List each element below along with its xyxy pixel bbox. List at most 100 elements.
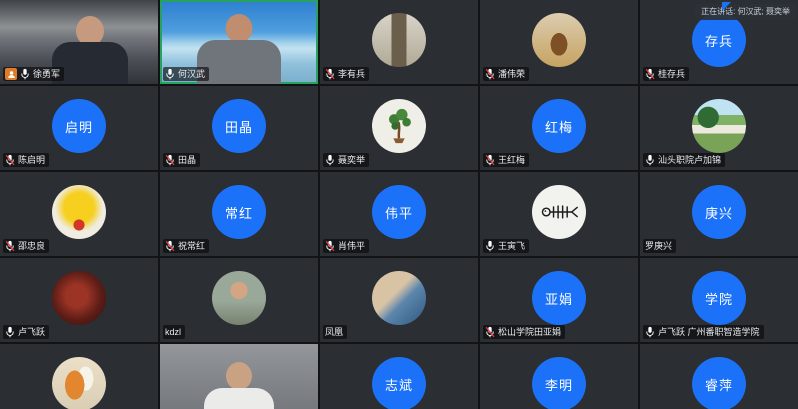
mic-on-icon [325, 154, 335, 166]
avatar [212, 271, 266, 325]
participant-name: 凤凰 [325, 326, 343, 338]
participant-tile[interactable]: 凤凰 [320, 258, 478, 342]
participant-label: 王红梅 [483, 153, 529, 167]
participant-label: 徐勇军 [3, 67, 64, 81]
avatar [532, 185, 586, 239]
participant-tile[interactable] [160, 344, 318, 409]
participant-tile[interactable]: 潘伟荣 [480, 0, 638, 84]
avatar: 伟平 [372, 185, 426, 239]
participant-tile[interactable]: 李有兵 [320, 0, 478, 84]
participant-tile[interactable] [0, 344, 158, 409]
participant-tile[interactable]: 志斌 [320, 344, 478, 409]
participant-label: 肖伟平 [323, 239, 369, 253]
avatar [52, 271, 106, 325]
participant-label: 李有兵 [323, 67, 369, 81]
participant-name: 祝常红 [178, 240, 205, 252]
avatar: 田晶 [212, 99, 266, 153]
video-person-body [197, 40, 281, 84]
avatar: 常红 [212, 185, 266, 239]
participant-tile[interactable]: 聂奕举 [320, 86, 478, 170]
mic-muted-icon [165, 240, 175, 252]
participant-tile[interactable]: 何汉武 [160, 0, 318, 84]
fish-skeleton-image [539, 198, 579, 226]
participant-label: 田晶 [163, 153, 200, 167]
participant-name: 徐勇军 [33, 68, 60, 80]
participant-tile[interactable]: 亚娟 松山学院田亚娟 [480, 258, 638, 342]
bonsai-image [380, 106, 418, 146]
participant-tile[interactable]: 卢飞跃 [0, 258, 158, 342]
mic-on-icon [485, 240, 495, 252]
participant-tile[interactable]: kdzl [160, 258, 318, 342]
video-person [226, 362, 252, 390]
avatar [692, 99, 746, 153]
host-badge-icon [5, 68, 17, 80]
mic-muted-icon [325, 68, 335, 80]
participant-label: 松山学院田亚娟 [483, 325, 565, 339]
avatar [372, 13, 426, 67]
participant-label: kdzl [163, 325, 185, 339]
avatar: 红梅 [532, 99, 586, 153]
participant-name: 卢飞跃 [18, 326, 45, 338]
participant-name: 卢飞跃 广州番职智造学院 [658, 326, 760, 338]
mic-muted-icon [645, 68, 655, 80]
participant-name: 汕头职院卢加锦 [658, 154, 721, 166]
participant-tile[interactable]: 田晶 田晶 [160, 86, 318, 170]
participant-grid: 徐勇军 何汉武 李有兵 潘伟荣 存兵 [0, 0, 798, 409]
participant-name: 潘伟荣 [498, 68, 525, 80]
participant-name: 聂奕举 [338, 154, 365, 166]
participant-tile[interactable]: 李明 [480, 344, 638, 409]
participant-tile[interactable]: 徐勇军 [0, 0, 158, 84]
now-speaking-toast: 正在讲话: 何汉武; 聂奕举 [695, 4, 796, 20]
participant-name: 肖伟平 [338, 240, 365, 252]
participant-label: 汕头职院卢加锦 [643, 153, 725, 167]
participant-name: 松山学院田亚娟 [498, 326, 561, 338]
participant-label: 卢飞跃 [3, 325, 49, 339]
participant-tile[interactable]: 睿萍 [640, 344, 798, 409]
avatar: 存兵 [692, 13, 746, 67]
avatar: 志斌 [372, 357, 426, 409]
participant-tile[interactable]: 汕头职院卢加锦 [640, 86, 798, 170]
participant-name: 陈启明 [18, 154, 45, 166]
participant-name: 桂存兵 [658, 68, 685, 80]
mic-on-icon [20, 68, 30, 80]
avatar: 睿萍 [692, 357, 746, 409]
avatar: 庚兴 [692, 185, 746, 239]
avatar: 学院 [692, 271, 746, 325]
avatar: 亚娟 [532, 271, 586, 325]
participant-tile[interactable]: 常红 祝常红 [160, 172, 318, 256]
participant-label: 祝常红 [163, 239, 209, 253]
participant-tile[interactable]: 红梅 王红梅 [480, 86, 638, 170]
participant-name: kdzl [165, 326, 181, 338]
participant-label: 何汉武 [163, 67, 209, 81]
participant-tile[interactable]: 王寅飞 [480, 172, 638, 256]
mic-on-icon [5, 326, 15, 338]
video-person-body [204, 388, 274, 409]
mic-muted-icon [485, 68, 495, 80]
mic-on-icon [645, 326, 655, 338]
participant-tile[interactable]: 邵忠良 [0, 172, 158, 256]
participant-label: 陈启明 [3, 153, 49, 167]
meeting-window: 正在讲话: 何汉武; 聂奕举 徐勇军 何汉武 李有兵 [0, 0, 798, 409]
avatar [372, 271, 426, 325]
mic-muted-icon [485, 326, 495, 338]
mic-muted-icon [5, 154, 15, 166]
participant-name: 罗庚兴 [645, 240, 672, 252]
avatar [52, 357, 106, 409]
participant-name: 王寅飞 [498, 240, 525, 252]
participant-name: 邵忠良 [18, 240, 45, 252]
mic-muted-icon [165, 154, 175, 166]
toast-pointer [722, 2, 731, 11]
participant-tile[interactable]: 启明 陈启明 [0, 86, 158, 170]
participant-tile[interactable]: 伟平 肖伟平 [320, 172, 478, 256]
participant-label: 罗庚兴 [643, 239, 676, 253]
video-person [226, 14, 253, 43]
participant-tile[interactable]: 学院 卢飞跃 广州番职智造学院 [640, 258, 798, 342]
participant-name: 王红梅 [498, 154, 525, 166]
participant-name: 何汉武 [178, 68, 205, 80]
participant-tile[interactable]: 庚兴 罗庚兴 [640, 172, 798, 256]
participant-label: 卢飞跃 广州番职智造学院 [643, 325, 764, 339]
participant-label: 桂存兵 [643, 67, 689, 81]
avatar: 启明 [52, 99, 106, 153]
participant-label: 凤凰 [323, 325, 347, 339]
participant-label: 王寅飞 [483, 239, 529, 253]
